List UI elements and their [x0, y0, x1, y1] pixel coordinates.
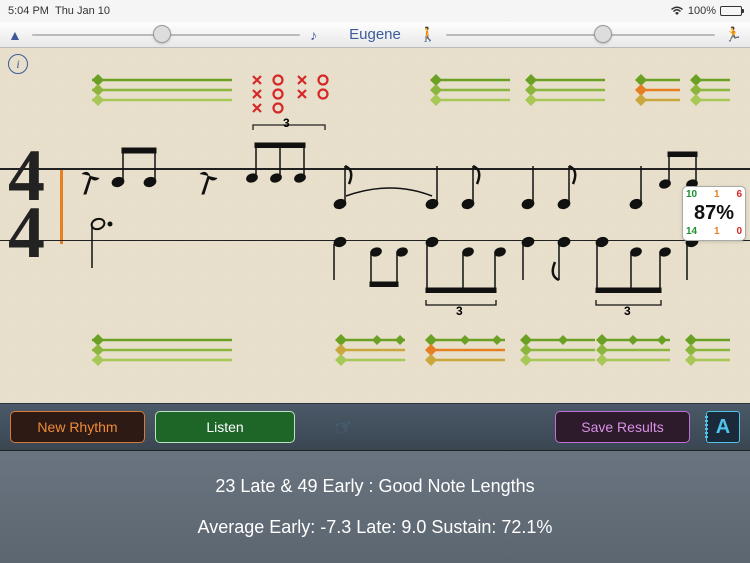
- save-results-button[interactable]: Save Results: [555, 411, 690, 443]
- stats-area: 23 Late & 49 Early : Good Note Lengths A…: [0, 451, 750, 563]
- tuplet-number: 3: [456, 304, 463, 318]
- grade-badge[interactable]: A: [706, 411, 740, 443]
- new-rhythm-button[interactable]: New Rhythm: [10, 411, 145, 443]
- metronome-icon: ▲: [8, 27, 22, 43]
- status-date: Thu Jan 10: [55, 5, 110, 17]
- listen-button[interactable]: Listen: [155, 411, 295, 443]
- wifi-icon: [670, 6, 684, 16]
- button-bar: New Rhythm Listen ☞ Save Results A: [0, 403, 750, 451]
- app-header: ▲ ♪ Eugene 🚶 🏃: [0, 22, 750, 48]
- page-title: Eugene: [349, 26, 401, 43]
- tempo-slider[interactable]: [32, 34, 300, 36]
- walk-icon: 🚶: [419, 26, 436, 43]
- score-area: i 4 4: [0, 48, 750, 403]
- score-badge: 1016 87% 1410: [682, 186, 746, 241]
- status-time: 5:04 PM: [8, 5, 49, 17]
- hand-icon[interactable]: ☞: [332, 413, 356, 442]
- stats-summary: 23 Late & 49 Early : Good Note Lengths: [215, 476, 534, 497]
- battery-icon: [720, 6, 742, 16]
- run-icon: 🏃: [725, 26, 742, 43]
- eighth-note-icon: ♪: [310, 27, 317, 43]
- accuracy-percent: 87%: [686, 202, 742, 225]
- speed-slider[interactable]: [446, 34, 714, 36]
- battery-percent: 100%: [688, 5, 716, 17]
- stats-averages: Average Early: -7.3 Late: 9.0 Sustain: 7…: [198, 517, 553, 538]
- tuplet-number: 3: [283, 116, 290, 130]
- feedback-top: [0, 48, 750, 403]
- status-bar: 5:04 PM Thu Jan 10 100%: [0, 0, 750, 22]
- tuplet-number: 3: [624, 304, 631, 318]
